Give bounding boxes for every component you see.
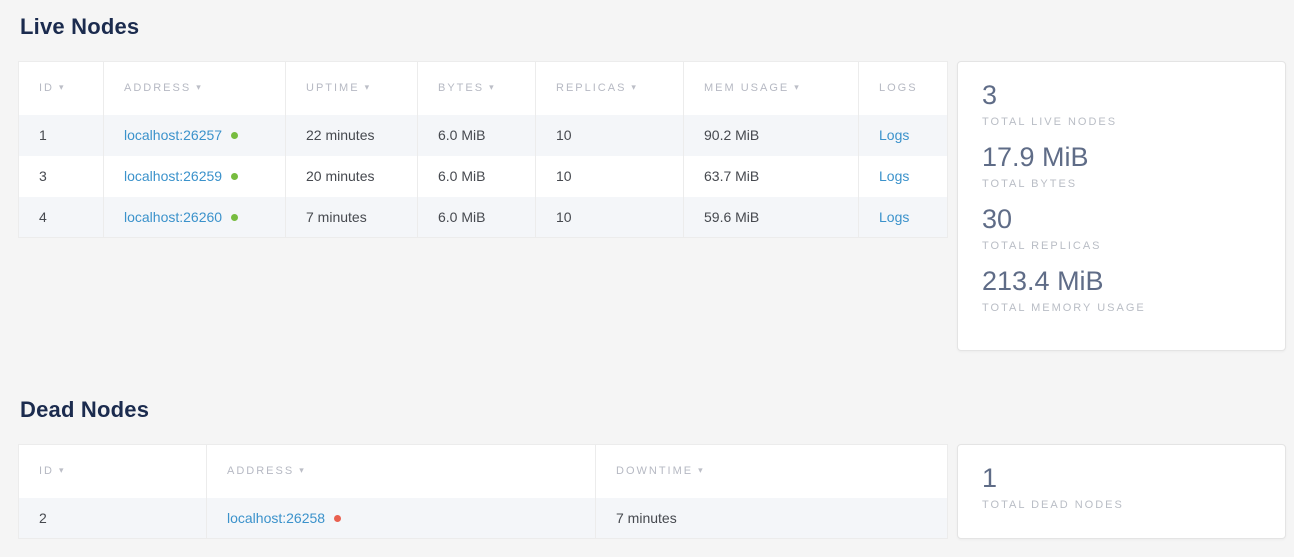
header-label: MEM USAGE (704, 82, 789, 94)
node-mem-usage-cell: 63.7 MiB (684, 156, 859, 197)
live-nodes-summary-card: 3 TOTAL LIVE NODES 17.9 MiB TOTAL BYTES … (957, 61, 1286, 351)
header-label: ID (39, 82, 54, 94)
live-header-uptime[interactable]: UPTIME ▾ (286, 62, 418, 115)
summary-stat: 30 TOTAL REPLICAS (982, 203, 1261, 254)
table-row: 4 localhost:26260 7 minutes 6.0 MiB 10 5… (19, 197, 948, 238)
node-uptime-cell: 7 minutes (286, 197, 418, 238)
table-row: 2 localhost:26258 7 minutes (19, 498, 948, 539)
stat-label: TOTAL REPLICAS (982, 238, 1261, 254)
node-id-cell: 1 (19, 115, 104, 156)
node-logs-link[interactable]: Logs (879, 168, 909, 184)
table-row: 3 localhost:26259 20 minutes 6.0 MiB 10 … (19, 156, 948, 197)
live-nodes-table: ID ▾ ADDRESS ▾ UPTIME ▾ BYTES ▾ REPLICAS ▾ ME… (18, 61, 948, 238)
live-status-dot-icon (231, 132, 238, 139)
node-replicas-cell: 10 (536, 197, 684, 238)
node-id-cell: 4 (19, 197, 104, 238)
nodes-overview-page: Live Nodes ID ▾ ADDRESS ▾ UPTIME ▾ BYTES ▾ R… (0, 14, 1294, 539)
node-uptime-cell: 20 minutes (286, 156, 418, 197)
stat-label: TOTAL BYTES (982, 176, 1261, 192)
dead-header-downtime[interactable]: DOWNTIME ▾ (596, 445, 948, 498)
sort-arrow-icon: ▾ (299, 465, 306, 475)
node-address-cell: localhost:26259 (104, 156, 286, 197)
node-id-cell: 3 (19, 156, 104, 197)
node-id-cell: 2 (19, 498, 207, 539)
node-mem-usage-cell: 90.2 MiB (684, 115, 859, 156)
header-label: ID (39, 465, 54, 477)
node-address-cell: localhost:26257 (104, 115, 286, 156)
sort-arrow-icon: ▾ (794, 82, 801, 92)
node-logs-cell: Logs (859, 115, 948, 156)
node-address-link[interactable]: localhost:26258 (227, 510, 325, 526)
node-address-cell: localhost:26260 (104, 197, 286, 238)
node-address-link[interactable]: localhost:26259 (124, 168, 222, 184)
node-replicas-cell: 10 (536, 156, 684, 197)
stat-value: 213.4 MiB (982, 265, 1261, 298)
node-logs-link[interactable]: Logs (879, 209, 909, 225)
summary-stat: 213.4 MiB TOTAL MEMORY USAGE (982, 265, 1261, 316)
stat-value: 3 (982, 79, 1261, 112)
live-header-mem-usage[interactable]: MEM USAGE ▾ (684, 62, 859, 115)
node-address-link[interactable]: localhost:26257 (124, 127, 222, 143)
live-nodes-title: Live Nodes (20, 14, 1286, 40)
live-header-replicas[interactable]: REPLICAS ▾ (536, 62, 684, 115)
node-replicas-cell: 10 (536, 115, 684, 156)
header-label: ADDRESS (124, 82, 191, 94)
stat-value: 1 (982, 462, 1261, 495)
dead-nodes-summary-card: 1 TOTAL DEAD NODES (957, 444, 1286, 539)
dead-nodes-title: Dead Nodes (20, 397, 1286, 423)
dead-header-id[interactable]: ID ▾ (19, 445, 207, 498)
live-status-dot-icon (231, 214, 238, 221)
dead-status-dot-icon (334, 515, 341, 522)
sort-arrow-icon: ▾ (698, 465, 705, 475)
dead-table-header-row: ID ▾ ADDRESS ▾ DOWNTIME ▾ (19, 445, 948, 498)
node-address-link[interactable]: localhost:26260 (124, 209, 222, 225)
node-address-cell: localhost:26258 (207, 498, 596, 539)
summary-stat: 3 TOTAL LIVE NODES (982, 79, 1261, 130)
table-row: 1 localhost:26257 22 minutes 6.0 MiB 10 … (19, 115, 948, 156)
stat-value: 30 (982, 203, 1261, 236)
summary-stat: 1 TOTAL DEAD NODES (982, 462, 1261, 513)
sort-arrow-icon: ▾ (631, 82, 638, 92)
live-header-id[interactable]: ID ▾ (19, 62, 104, 115)
stat-value: 17.9 MiB (982, 141, 1261, 174)
live-table-header-row: ID ▾ ADDRESS ▾ UPTIME ▾ BYTES ▾ REPLICAS ▾ ME… (19, 62, 948, 115)
dead-header-address[interactable]: ADDRESS ▾ (207, 445, 596, 498)
stat-label: TOTAL LIVE NODES (982, 114, 1261, 130)
sort-arrow-icon: ▾ (196, 82, 203, 92)
node-downtime-cell: 7 minutes (596, 498, 948, 539)
node-logs-cell: Logs (859, 197, 948, 238)
node-bytes-cell: 6.0 MiB (418, 156, 536, 197)
dead-nodes-section: ID ▾ ADDRESS ▾ DOWNTIME ▾ 2 localhost:26258… (18, 444, 1286, 539)
live-status-dot-icon (231, 173, 238, 180)
stat-label: TOTAL DEAD NODES (982, 497, 1261, 513)
header-label: BYTES (438, 82, 484, 94)
node-logs-link[interactable]: Logs (879, 127, 909, 143)
node-bytes-cell: 6.0 MiB (418, 115, 536, 156)
node-bytes-cell: 6.0 MiB (418, 197, 536, 238)
stat-label: TOTAL MEMORY USAGE (982, 300, 1261, 316)
header-label: UPTIME (306, 82, 360, 94)
node-logs-cell: Logs (859, 156, 948, 197)
sort-arrow-icon: ▾ (59, 82, 66, 92)
header-label: LOGS (879, 82, 918, 94)
live-header-bytes[interactable]: BYTES ▾ (418, 62, 536, 115)
node-uptime-cell: 22 minutes (286, 115, 418, 156)
header-label: DOWNTIME (616, 465, 693, 477)
node-mem-usage-cell: 59.6 MiB (684, 197, 859, 238)
sort-arrow-icon: ▾ (489, 82, 496, 92)
live-nodes-section: ID ▾ ADDRESS ▾ UPTIME ▾ BYTES ▾ REPLICAS ▾ ME… (18, 61, 1286, 351)
sort-arrow-icon: ▾ (365, 82, 372, 92)
sort-arrow-icon: ▾ (59, 465, 66, 475)
live-header-logs: LOGS (859, 62, 948, 115)
header-label: ADDRESS (227, 465, 294, 477)
dead-nodes-table: ID ▾ ADDRESS ▾ DOWNTIME ▾ 2 localhost:26258… (18, 444, 948, 539)
header-label: REPLICAS (556, 82, 626, 94)
summary-stat: 17.9 MiB TOTAL BYTES (982, 141, 1261, 192)
live-header-address[interactable]: ADDRESS ▾ (104, 62, 286, 115)
